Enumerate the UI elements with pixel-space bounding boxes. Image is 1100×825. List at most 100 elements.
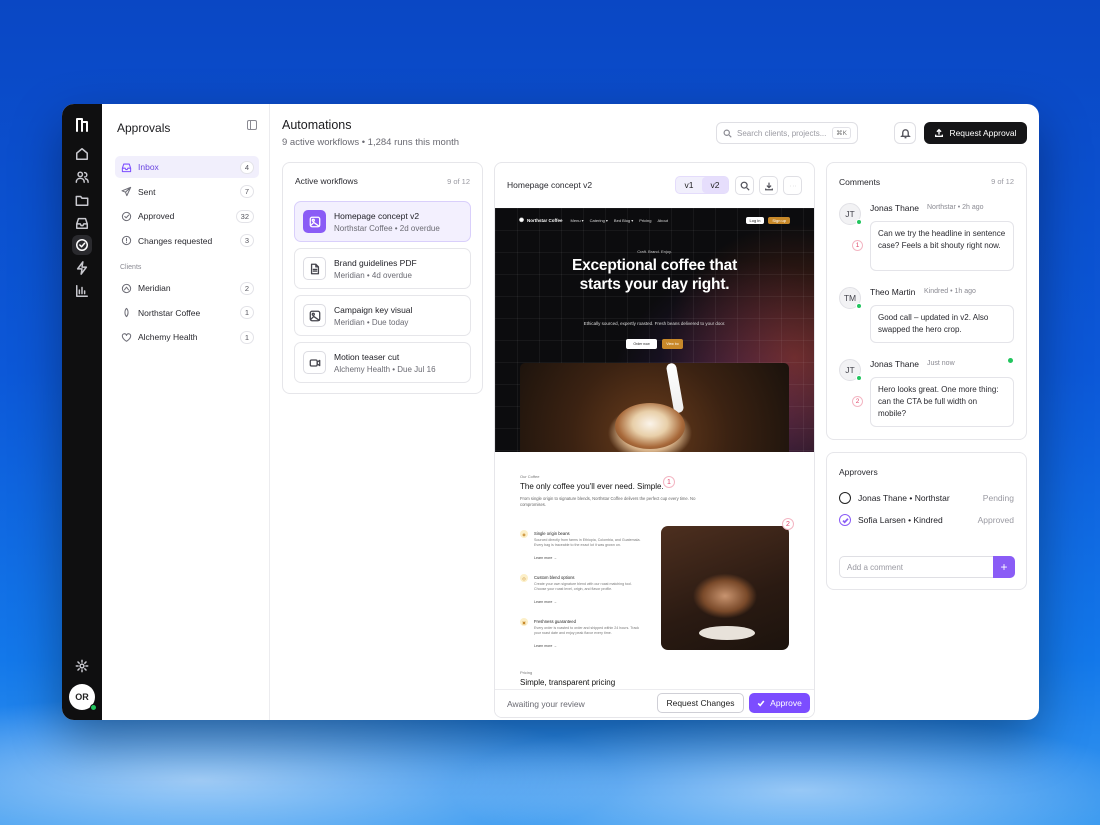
sidebar-item-sent[interactable]: Sent 7 — [115, 181, 259, 203]
sidebar-item-alchemy-health[interactable]: Alchemy Health 1 — [115, 326, 259, 348]
count-badge: 1 — [239, 306, 254, 319]
sidebar-item-changes-requested[interactable]: Changes requested 3 — [115, 230, 259, 252]
heart-icon — [120, 331, 132, 343]
folder-icon[interactable] — [72, 190, 92, 210]
search-icon — [723, 129, 732, 138]
comment-bubble: Can we try the headline in sentence case… — [870, 221, 1014, 271]
site-nav: Northstar Coffee Menu ▾ Catering ▾ Bed B… — [519, 215, 790, 225]
review-footer: Awaiting your review Request Changes App… — [495, 689, 814, 717]
section-title: The only coffee you'll ever need. Simple… — [520, 482, 664, 491]
bell-icon — [899, 128, 911, 138]
comment-pin-badge[interactable]: 1 — [852, 240, 863, 251]
comment-author: Theo Martin — [870, 287, 916, 297]
hero-primary-cta: Order now — [626, 339, 657, 349]
review-status: Awaiting your review — [507, 699, 585, 709]
download-button[interactable] — [759, 176, 778, 195]
request-approval-button[interactable]: Request Approval — [924, 122, 1027, 144]
feature-link: Learn more → — [534, 644, 557, 648]
preview-card: Homepage concept v2 v1 v2 Northstar Coff… — [494, 162, 815, 718]
avatar: JT — [839, 359, 862, 381]
approve-button[interactable]: Approve — [749, 693, 810, 713]
fresh-icon: ▣ — [520, 618, 528, 626]
sidebar-nav: Inbox 4 Sent 7 Approved 32 Changes reque… — [115, 156, 259, 254]
settings-icon[interactable] — [72, 656, 92, 676]
approver-row: Jonas Thane • Northstar Pending — [839, 490, 1014, 506]
zoom-button[interactable] — [735, 176, 754, 195]
workflow-title: Brand guidelines PDF — [334, 257, 417, 268]
meridian-logo-icon — [120, 282, 132, 294]
alert-circle-icon — [120, 235, 132, 247]
comment-bubble: Good call – updated in v2. Also swapped … — [870, 305, 1014, 343]
version-v1-tab[interactable]: v1 — [676, 177, 702, 193]
page-title: Automations — [282, 118, 352, 132]
count-badge: 4 — [239, 160, 254, 174]
section-kicker: Our Coffee — [520, 474, 540, 479]
version-v2-tab[interactable]: v2 — [702, 177, 728, 193]
comments-title: Comments — [839, 177, 881, 187]
add-comment-input[interactable]: Add a comment — [839, 556, 1015, 578]
image-icon — [303, 210, 326, 233]
workflows-title: Active workflows — [295, 176, 358, 186]
home-icon[interactable] — [72, 144, 92, 164]
site-brand: Northstar Coffee — [519, 217, 563, 224]
site-nav-link: Catering ▾ — [589, 217, 608, 223]
online-status-dot — [90, 704, 97, 711]
page-subtitle: 9 active workflows • 1,284 runs this mon… — [282, 137, 460, 148]
count-badge: 32 — [235, 209, 254, 223]
feature-link: Learn more → — [534, 556, 557, 560]
add-comment-button[interactable]: + — [993, 556, 1015, 578]
version-toggle[interactable]: v1 v2 — [675, 176, 729, 194]
request-changes-button[interactable]: Request Changes — [657, 693, 744, 713]
comments-count: 9 of 12 — [991, 177, 1014, 186]
sidebar-item-approved[interactable]: Approved 32 — [115, 205, 259, 227]
approvals-rail-icon[interactable] — [72, 235, 92, 255]
sidebar-item-label: Meridian — [138, 283, 171, 293]
sidebar-item-meridian[interactable]: Meridian 2 — [115, 277, 259, 299]
site-hero: Northstar Coffee Menu ▾ Catering ▾ Bed B… — [495, 208, 814, 452]
workflow-item[interactable]: Homepage concept v2 Northstar Coffee • 2d… — [294, 201, 471, 242]
pricing-title: Simple, transparent pricing — [520, 678, 616, 687]
collapse-sidebar-icon[interactable] — [247, 120, 257, 130]
sidebar-item-label: Alchemy Health — [138, 332, 198, 342]
sidebar-item-inbox[interactable]: Inbox 4 — [115, 156, 259, 178]
coffee-splash-photo — [661, 526, 789, 650]
workflows-count: 9 of 12 — [447, 177, 470, 186]
plus-icon: + — [1000, 560, 1008, 574]
inbox-rail-icon[interactable] — [72, 213, 92, 233]
latte-cup — [615, 403, 685, 449]
check-circle-icon — [120, 210, 132, 222]
preview-title: Homepage concept v2 — [507, 180, 593, 190]
comment-bubble: Hero looks great. One more thing: can th… — [870, 377, 1014, 427]
latte-pour-photo — [520, 363, 789, 452]
automations-icon[interactable] — [72, 258, 92, 278]
workflow-item[interactable]: Brand guidelines PDF Meridian • 4d overdu… — [294, 248, 471, 289]
site-nav-link: Pricing — [639, 217, 652, 223]
comment-pin[interactable]: 2 — [782, 518, 794, 530]
workflow-item[interactable]: Motion teaser cut Alchemy Health • Due Ju… — [294, 342, 471, 383]
clients-nav: Meridian 2 Northstar Coffee 1 Alchemy He… — [115, 277, 259, 351]
hero-secondary-cta: View bo — [662, 339, 683, 349]
feature-title: Freshness guaranteed — [534, 619, 576, 624]
users-icon[interactable] — [72, 167, 92, 187]
site-signup-button: Sign up — [768, 216, 790, 224]
app-logo-icon[interactable] — [72, 115, 92, 135]
upload-icon — [935, 128, 944, 137]
website-preview[interactable]: Northstar Coffee Menu ▾ Catering ▾ Bed B… — [495, 208, 814, 688]
sidebar-item-northstar-coffee[interactable]: Northstar Coffee 1 — [115, 302, 259, 324]
notifications-button[interactable] — [894, 122, 916, 144]
comment-pin-badge[interactable]: 2 — [852, 396, 863, 407]
sidebar-item-label: Northstar Coffee — [138, 307, 201, 318]
more-options-button[interactable] — [783, 176, 802, 195]
hero-headline: Exceptional coffee that starts your day … — [571, 257, 738, 294]
analytics-icon[interactable] — [72, 281, 92, 301]
image-icon — [303, 304, 326, 327]
search-input[interactable]: Search clients, projects... ⌘K — [716, 122, 858, 144]
workflow-title: Homepage concept v2 — [334, 210, 420, 221]
clients-section-label: Clients — [120, 264, 142, 271]
comment-pin[interactable]: 1 — [663, 476, 675, 488]
pending-circle-icon — [839, 492, 851, 504]
user-avatar[interactable]: OR — [69, 684, 97, 711]
count-badge: 7 — [239, 185, 254, 198]
sidebar: Approvals Inbox 4 Sent 7 Approved 32 Cha… — [102, 104, 270, 720]
workflow-item[interactable]: Campaign key visual Meridian • Due today — [294, 295, 471, 336]
